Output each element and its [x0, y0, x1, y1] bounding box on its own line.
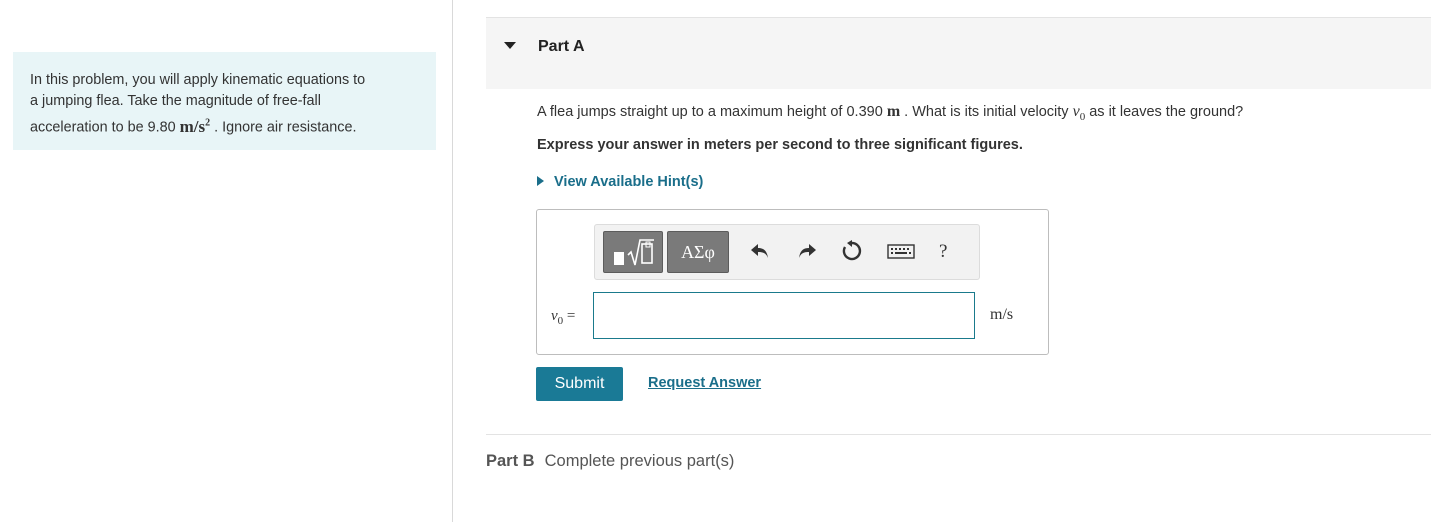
part-b-divider: [486, 434, 1431, 435]
view-hints-toggle[interactable]: View Available Hint(s): [537, 174, 703, 190]
question-variable-symbol: v: [1072, 103, 1080, 120]
math-toolbar: ΑΣφ ?: [594, 224, 980, 280]
part-a-title: Part A: [538, 38, 585, 55]
templates-button[interactable]: [603, 231, 663, 273]
part-b-row: Part B Complete previous part(s): [486, 452, 734, 471]
part-b-status: Complete previous part(s): [544, 452, 735, 470]
answer-units: m/s: [990, 306, 1014, 323]
answer-variable-label: v0 =: [551, 308, 575, 327]
submit-button[interactable]: Submit: [536, 367, 623, 401]
gravity-unit-base: m/s: [179, 116, 206, 136]
answer-equals: =: [566, 308, 576, 324]
request-answer-link[interactable]: Request Answer: [648, 375, 761, 391]
reset-icon[interactable]: [840, 239, 864, 263]
collapse-arrow-icon[interactable]: [504, 42, 516, 49]
intro-line-2: a jumping flea. Take the magnitude of fr…: [30, 93, 321, 109]
redo-icon[interactable]: [795, 239, 819, 263]
help-button[interactable]: ?: [939, 241, 947, 263]
greek-symbols-button[interactable]: ΑΣφ: [667, 231, 729, 273]
question-variable: v0: [1072, 103, 1086, 124]
intro-line-3-prefix: acceleration to be 9.80: [30, 119, 176, 136]
gravity-unit-exp: 2: [205, 117, 211, 128]
gravity-unit: m/s2: [180, 117, 211, 136]
undo-icon[interactable]: [748, 239, 772, 263]
intro-line-1: In this problem, you will apply kinemati…: [30, 72, 366, 88]
question-mid: . What is its initial velocity: [904, 104, 1069, 120]
answer-box: ΑΣφ ? v0 = m/s: [536, 209, 1049, 355]
problem-intro: In this problem, you will apply kinemati…: [13, 52, 436, 150]
part-a-header[interactable]: Part A: [486, 17, 1431, 89]
question-unit: m: [886, 103, 901, 120]
problem-intro-pane: In this problem, you will apply kinemati…: [0, 0, 452, 522]
templates-icon: [614, 239, 654, 266]
expand-arrow-icon: [537, 176, 544, 186]
question-variable-sub: 0: [1079, 111, 1086, 124]
question-prefix: A flea jumps straight up to a maximum he…: [537, 104, 883, 120]
answer-instruction: Express your answer in meters per second…: [537, 137, 1023, 153]
answer-variable-symbol: v: [551, 308, 558, 324]
intro-line-3: acceleration to be 9.80 m/s2 . Ignore ai…: [30, 112, 420, 139]
part-b-label: Part B: [486, 452, 535, 470]
pane-divider: [452, 0, 453, 522]
answer-input[interactable]: [593, 292, 975, 339]
answer-variable-sub: 0: [557, 315, 564, 327]
question-text: A flea jumps straight up to a maximum he…: [537, 103, 1243, 123]
view-hints-label: View Available Hint(s): [554, 174, 704, 190]
keyboard-icon[interactable]: [887, 239, 915, 263]
intro-line-3-suffix: . Ignore air resistance.: [214, 119, 357, 136]
question-suffix: as it leaves the ground?: [1089, 104, 1244, 120]
